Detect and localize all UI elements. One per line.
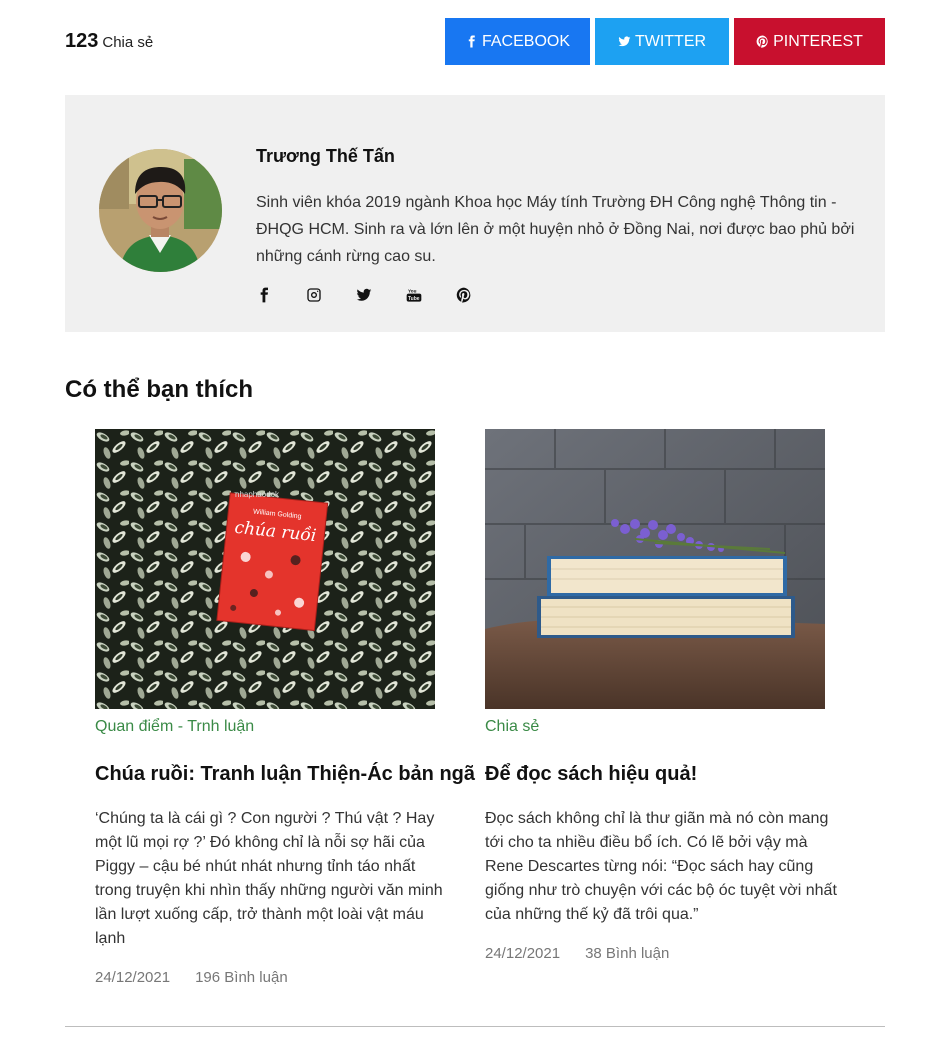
books-with-lavender-photo bbox=[485, 429, 825, 709]
post-meta: 24/12/2021 196 Bình luận bbox=[95, 969, 455, 986]
instagram-icon bbox=[307, 288, 321, 302]
post-meta: 24/12/2021 38 Bình luận bbox=[485, 945, 845, 962]
author-box: Trương Thế Tấn Sinh viên khóa 2019 ngành… bbox=[65, 95, 885, 332]
twitter-icon bbox=[618, 36, 631, 47]
twitter-icon bbox=[356, 288, 372, 301]
author-twitter-link[interactable] bbox=[356, 284, 406, 306]
author-instagram-link[interactable] bbox=[306, 284, 356, 306]
facebook-share-label: FACEBOOK bbox=[481, 32, 571, 50]
svg-text:You: You bbox=[408, 288, 417, 293]
related-post-card: Chia sẻ Để đọc sách hiệu quả! Đọc sách k… bbox=[485, 429, 845, 962]
pinterest-icon bbox=[756, 35, 768, 48]
author-facebook-link[interactable] bbox=[256, 284, 306, 306]
facebook-icon bbox=[468, 35, 475, 48]
related-section-title: Có thể bạn thích bbox=[65, 376, 253, 403]
post-comments[interactable]: 38 Bình luận bbox=[585, 945, 669, 962]
author-photo bbox=[99, 149, 222, 272]
post-date: 24/12/2021 bbox=[485, 945, 561, 962]
twitter-share-label: TWITTER bbox=[634, 32, 707, 50]
pinterest-share-label: PINTEREST bbox=[773, 32, 863, 50]
related-post-card: William Golding chúa ruồi nhaphaodok Qua… bbox=[95, 429, 475, 986]
share-count-number: 123 bbox=[65, 30, 99, 52]
post-title[interactable]: Để đọc sách hiệu quả! bbox=[485, 761, 845, 787]
post-thumbnail-chua-ruoi[interactable]: William Golding chúa ruồi nhaphaodok bbox=[95, 429, 435, 709]
book-publisher-watermark: nhaphaodok bbox=[235, 490, 280, 499]
svg-text:Tube: Tube bbox=[408, 296, 420, 302]
author-bio: Sinh viên khóa 2019 ngành Khoa học Máy t… bbox=[256, 194, 855, 265]
post-excerpt: Đọc sách không chỉ là thư giãn mà nó còn… bbox=[485, 810, 837, 923]
youtube-icon: You Tube bbox=[406, 288, 422, 302]
facebook-share-button[interactable]: FACEBOOK bbox=[445, 18, 590, 65]
author-avatar[interactable] bbox=[99, 149, 222, 272]
post-thumbnail-doc-sach[interactable] bbox=[485, 429, 825, 709]
author-youtube-link[interactable]: You Tube bbox=[406, 284, 456, 306]
post-date: 24/12/2021 bbox=[95, 969, 171, 986]
pinterest-icon bbox=[456, 287, 471, 303]
post-title[interactable]: Chúa ruồi: Tranh luận Thiện-Ác bản ngã bbox=[95, 761, 475, 787]
post-category[interactable]: Chia sẻ bbox=[485, 718, 845, 738]
section-divider bbox=[65, 1026, 885, 1027]
post-comments[interactable]: 196 Bình luận bbox=[195, 969, 288, 986]
facebook-icon bbox=[260, 287, 268, 303]
author-name[interactable]: Trương Thế Tấn bbox=[256, 146, 395, 167]
post-excerpt: ‘Chúng ta là cái gì ? Con người ? Thú vậ… bbox=[95, 810, 443, 947]
share-bar: 123 Chia sẻ FACEBOOK TWITTER PINTEREST bbox=[65, 18, 885, 65]
book-on-leaves-photo: William Golding chúa ruồi nhaphaodok bbox=[95, 429, 435, 709]
author-pinterest-link[interactable] bbox=[456, 284, 506, 306]
pinterest-share-button[interactable]: PINTEREST bbox=[734, 18, 885, 65]
post-category[interactable]: Quan điểm - Trnh luận bbox=[95, 718, 455, 738]
share-count: 123 Chia sẻ bbox=[65, 30, 153, 53]
share-count-label: Chia sẻ bbox=[102, 34, 154, 51]
author-social-links: You Tube bbox=[256, 284, 506, 306]
twitter-share-button[interactable]: TWITTER bbox=[595, 18, 729, 65]
